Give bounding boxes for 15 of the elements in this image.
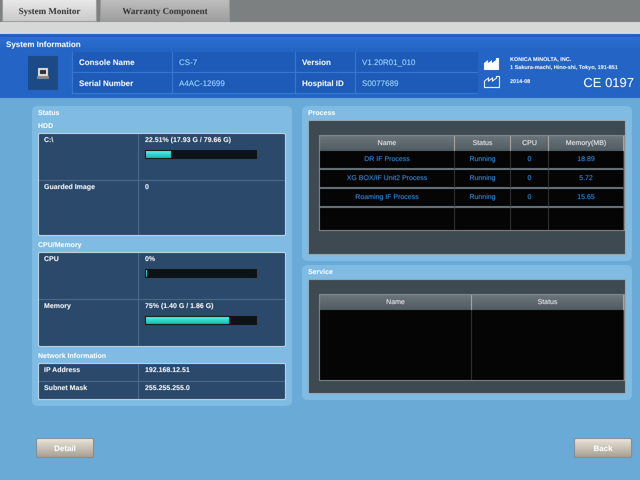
ce-mark: CE 0197: [583, 74, 634, 90]
field-label: Console Name: [72, 52, 172, 73]
factory-icon: [484, 58, 502, 70]
console-icon: [28, 56, 58, 90]
window-title: System Information: [0, 37, 640, 49]
field-value: V1.20R01_010: [355, 52, 478, 73]
field-value: CS-7: [172, 52, 295, 73]
field-label: Hospital ID: [295, 73, 355, 94]
tab[interactable]: System Monitor: [2, 0, 97, 22]
field-value: A4AC-12699: [172, 73, 295, 94]
field-value: S0077689: [355, 73, 478, 94]
field-label: Version: [295, 52, 355, 73]
tab[interactable]: Warranty Component: [100, 0, 230, 22]
date-factory-icon: [484, 76, 502, 88]
field-label: Serial Number: [72, 73, 172, 94]
